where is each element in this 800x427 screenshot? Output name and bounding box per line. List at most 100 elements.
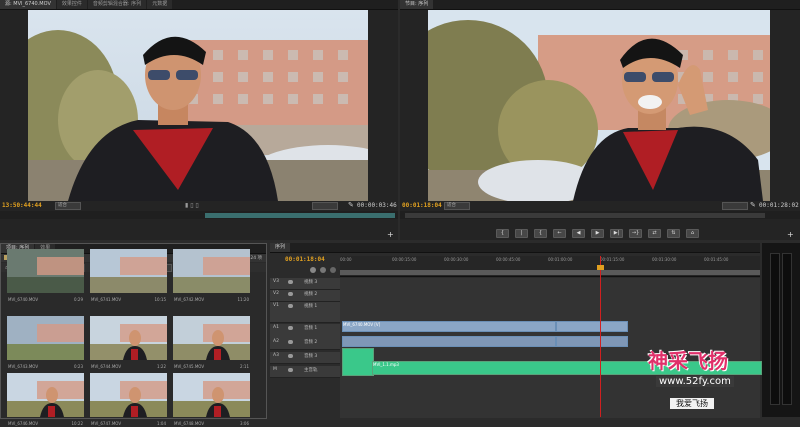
track-id: V2 [273, 291, 279, 296]
track-headers: V3 视频 3 V2 视频 2 V1 视频 1 A1 音频 1 A2 音频 2 A3 音频 3 M 主音轨 [270, 278, 340, 418]
program-zoom-dropdown[interactable] [722, 202, 748, 210]
thumbnail-name: MVI_6742.MOV [174, 297, 205, 302]
track-header-m[interactable]: M 主音轨 [270, 366, 340, 378]
thumbnail-image [173, 249, 250, 293]
project-thumbnail[interactable]: MVI_6741.MOV 10:15 [90, 249, 167, 303]
ruler-label: 00:00:45:00 [496, 257, 521, 262]
project-thumbnail[interactable]: MVI_6748.MOV 3:06 [173, 373, 250, 427]
track-name: 音频 1 [304, 326, 318, 331]
tab-audio-mixer[interactable]: 音频剪辑混合器: 序列 [87, 0, 147, 9]
v1-clip[interactable]: MVI_6740.MOV [V] [342, 321, 556, 332]
ruler-label: 00:01:15:00 [600, 257, 625, 262]
thumbnail-name: MVI_6748.MOV [174, 421, 205, 426]
thumbnail-duration: 1:04 [157, 421, 166, 426]
program-monitor-tabs: 节目: 序列 [400, 0, 800, 10]
track-id: M [273, 367, 277, 372]
track-name: 视频 2 [304, 292, 318, 297]
export-frame-button[interactable]: ⌂ [686, 229, 699, 238]
program-scrub-bar[interactable] [400, 211, 800, 219]
project-thumbnail-grid: MVI_6740.MOV 0:29 MVI_6741.MOV 10:15 MVI_6… [1, 249, 266, 426]
program-video-frame[interactable] [428, 10, 770, 201]
go-to-out-button[interactable]: →} [629, 229, 642, 238]
track-id: V1 [273, 303, 279, 308]
program-monitor-panel: 节目: 序列 00:01:18:04 适合 ✎ 00:01:28:02 {| … [400, 0, 800, 240]
snap-icon[interactable] [310, 267, 316, 273]
source-wrench-icon[interactable]: ✎ [348, 201, 354, 209]
ruler-label: 00:00:15:00 [392, 257, 417, 262]
project-thumbnail[interactable]: MVI_6742.MOV 11:20 [173, 249, 250, 303]
tab-source[interactable]: 源: MVI_6740.MOV [0, 0, 56, 9]
track-eye-icon[interactable] [288, 354, 293, 358]
timeline-tabs: 序列 [270, 243, 760, 253]
tab-effect-controls[interactable]: 效果控件 [56, 0, 87, 9]
track-eye-icon[interactable] [288, 326, 293, 330]
lift-button[interactable]: ⇄ [648, 229, 661, 238]
go-to-in-button[interactable]: ← [553, 229, 566, 238]
source-timecode[interactable]: 13:50:44:44 [2, 202, 42, 209]
ruler-label: 00:00 [340, 257, 352, 262]
a1-clip[interactable] [342, 348, 374, 376]
source-video-image [28, 10, 368, 201]
tab-program[interactable]: 节目: 序列 [400, 0, 434, 9]
track-header-a3[interactable]: A3 音频 3 [270, 352, 340, 364]
mark-out-button[interactable]: | [515, 229, 528, 238]
thumbnail-duration: 1:22 [157, 364, 166, 369]
marker-icon[interactable] [320, 267, 326, 273]
project-thumbnail[interactable]: MVI_6747.MOV 1:04 [90, 373, 167, 427]
source-video-frame[interactable] [28, 10, 368, 201]
track-eye-icon[interactable] [288, 340, 293, 344]
project-thumbnail[interactable]: MVI_6740.MOV 0:29 [7, 249, 84, 303]
track-id: A2 [273, 339, 279, 344]
program-wrench-icon[interactable]: ✎ [750, 201, 756, 209]
track-header-v1[interactable]: V1 视频 1 [270, 302, 340, 323]
track-name: 视频 3 [304, 280, 318, 285]
watermark-url: www.52fy.com [656, 376, 734, 387]
tab-metadata[interactable]: 元数据 [147, 0, 173, 9]
project-thumbnail[interactable]: MVI_6745.MOV 2:11 [173, 316, 250, 370]
track-header-a2[interactable]: A2 音频 2 [270, 338, 340, 350]
v2-clip[interactable] [342, 336, 556, 347]
program-fit-dropdown[interactable]: 适合 [444, 202, 470, 210]
step-back-button[interactable]: ◀ [572, 229, 585, 238]
program-add-button[interactable]: + [787, 230, 794, 239]
thumbnail-image [90, 249, 167, 293]
thumbnail-duration: 10:15 [154, 297, 166, 302]
track-eye-icon[interactable] [288, 304, 293, 308]
project-thumbnail[interactable]: MVI_6746.MOV 10:22 [7, 373, 84, 427]
track-header-v2[interactable]: V2 视频 2 [270, 290, 340, 302]
step-forward-button[interactable]: ▶| [610, 229, 623, 238]
playhead-handle[interactable] [597, 265, 604, 270]
source-zoom-dropdown[interactable] [312, 202, 338, 210]
project-panel: 项目: 序列效果 序列.prproj 224 项 ⌕ 入口: 全部 MVI_67… [0, 243, 267, 426]
program-transport-controls: { | { ← ◀ ▶ ▶| →} ⇄ ⇅ ⌂ [496, 229, 699, 238]
extract-button[interactable]: ⇅ [667, 229, 680, 238]
ruler-label: 00:01:45:00 [704, 257, 729, 262]
project-thumbnail[interactable]: MVI_6744.MOV 1:22 [90, 316, 167, 370]
program-timecode[interactable]: 00:01:18:04 [402, 202, 442, 209]
project-thumbnail[interactable]: MVI_6743.MOV 0:23 [7, 316, 84, 370]
play-button[interactable]: ▶ [591, 229, 604, 238]
thumbnail-image [90, 373, 167, 417]
linked-selection-icon[interactable] [330, 267, 336, 273]
track-eye-icon[interactable] [288, 292, 293, 296]
source-monitor-panel: 源: MVI_6740.MOV 效果控件 音频剪辑混合器: 序列 元数据 13:… [0, 0, 398, 240]
thumbnail-name: MVI_6747.MOV [91, 421, 122, 426]
thumbnail-name: MVI_6744.MOV [91, 364, 122, 369]
track-name: 主音轨 [304, 368, 318, 373]
work-area-bar[interactable] [340, 270, 760, 275]
mark-in-button[interactable]: { [496, 229, 509, 238]
track-name: 音频 3 [304, 354, 318, 359]
source-fit-dropdown[interactable]: 适合 [55, 202, 81, 210]
mark-clip-button[interactable]: { [534, 229, 547, 238]
tab-sequence[interactable]: 序列 [270, 243, 291, 252]
track-eye-icon[interactable] [288, 368, 293, 372]
thumbnail-duration: 11:20 [237, 297, 249, 302]
source-add-button[interactable]: + [387, 230, 394, 239]
track-id: V3 [273, 279, 279, 284]
playhead[interactable] [600, 256, 601, 417]
track-eye-icon[interactable] [288, 280, 293, 284]
source-scrub-bar[interactable] [0, 211, 398, 219]
timeline-timecode[interactable]: 00:01:18:04 [285, 256, 325, 263]
track-header-v3[interactable]: V3 视频 3 [270, 278, 340, 290]
v1-clip-2[interactable] [556, 321, 628, 332]
